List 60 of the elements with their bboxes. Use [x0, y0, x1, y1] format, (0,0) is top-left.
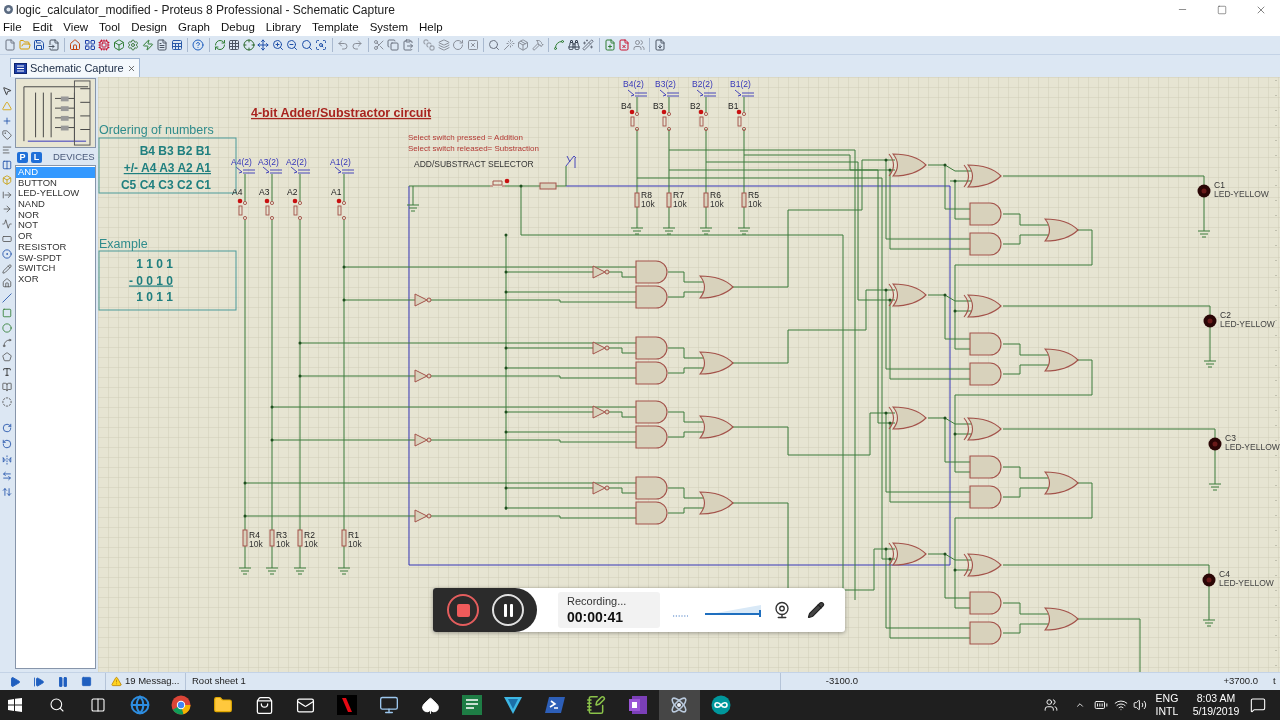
- resistor-label: R4: [249, 530, 260, 540]
- resistor-value: 10k: [348, 539, 362, 549]
- led-label: C2: [1220, 310, 1231, 320]
- led-value: LED-YELLOW: [1219, 578, 1274, 588]
- terminal-label: A1(2): [330, 157, 351, 167]
- switch-label: A2: [287, 187, 298, 197]
- note-heading: Example: [99, 237, 148, 251]
- y-coordinate: +3700.0: [1223, 674, 1258, 689]
- recording-status: Recording...: [567, 594, 628, 608]
- instruction-note: Select switch pressed = Addition: [408, 133, 523, 142]
- resistor-label: R2: [304, 530, 315, 540]
- switch-label: A1: [331, 187, 342, 197]
- units-label: t: [1273, 674, 1276, 689]
- note-line: B4 B3 B2 B1: [139, 144, 211, 158]
- resistor-value: 10k: [710, 199, 724, 209]
- switch-label: A3: [259, 187, 270, 197]
- terminal-label: A2(2): [286, 157, 307, 167]
- recording-timer: 00:00:41: [567, 608, 625, 626]
- resistor-value: 10k: [276, 539, 290, 549]
- circuit-title: 4-bit Adder/Substractor circuit: [251, 106, 432, 120]
- window-title: logic_calculator_modified - Proteus 8 Professional - Schematic Capture: [16, 1, 395, 19]
- led-value: LED-YELLOW: [1220, 319, 1275, 329]
- resistor-label: R5: [748, 190, 759, 200]
- terminal-label: A4(2): [231, 157, 252, 167]
- terminal-label: B4(2): [623, 79, 644, 89]
- note-line: C5 C4 C3 C2 C1: [120, 178, 211, 192]
- switch-label: B1: [728, 101, 739, 111]
- note-line: +/- A4 A3 A2 A1: [123, 161, 211, 175]
- switch-label: A4: [232, 187, 243, 197]
- resistor-value: 10k: [748, 199, 762, 209]
- resistor-label: R3: [276, 530, 287, 540]
- terminal-label: B3(2): [655, 79, 676, 89]
- resistor-label: R6: [710, 190, 721, 200]
- resistor-label: R1: [348, 530, 359, 540]
- resistor-value: 10k: [641, 199, 655, 209]
- resistor-value: 10k: [304, 539, 318, 549]
- led-label: C4: [1219, 569, 1230, 579]
- note-line: 1 0 1 1: [136, 290, 173, 304]
- note-line: 1 1 0 1: [136, 257, 173, 271]
- panel-title: DEVICES: [53, 150, 95, 165]
- note-heading: Ordering of numbers: [99, 123, 214, 137]
- terminal-label: B1(2): [730, 79, 751, 89]
- terminal-label: A3(2): [258, 157, 279, 167]
- note-line: - 0 0 1 0: [128, 273, 173, 288]
- switch-label: B2: [690, 101, 701, 111]
- instruction-note: Select switch released= Substraction: [408, 144, 539, 153]
- terminal-label: B2(2): [692, 79, 713, 89]
- resistor-label: R7: [673, 190, 684, 200]
- resistor-label: R8: [641, 190, 652, 200]
- led-value: LED-YELLOW: [1225, 442, 1280, 452]
- switch-label: B4: [621, 101, 632, 111]
- led-label: C3: [1225, 433, 1236, 443]
- led-label: C1: [1214, 180, 1225, 190]
- led-value: LED-YELLOW: [1214, 189, 1269, 199]
- switch-label: B3: [653, 101, 664, 111]
- sheet-name: Root sheet 1: [192, 674, 246, 689]
- resistor-value: 10k: [673, 199, 687, 209]
- resistor-value: 10k: [249, 539, 263, 549]
- selector-label: ADD/SUBSTRACT SELECTOR: [414, 159, 534, 169]
- x-coordinate: -3100.0: [825, 674, 858, 689]
